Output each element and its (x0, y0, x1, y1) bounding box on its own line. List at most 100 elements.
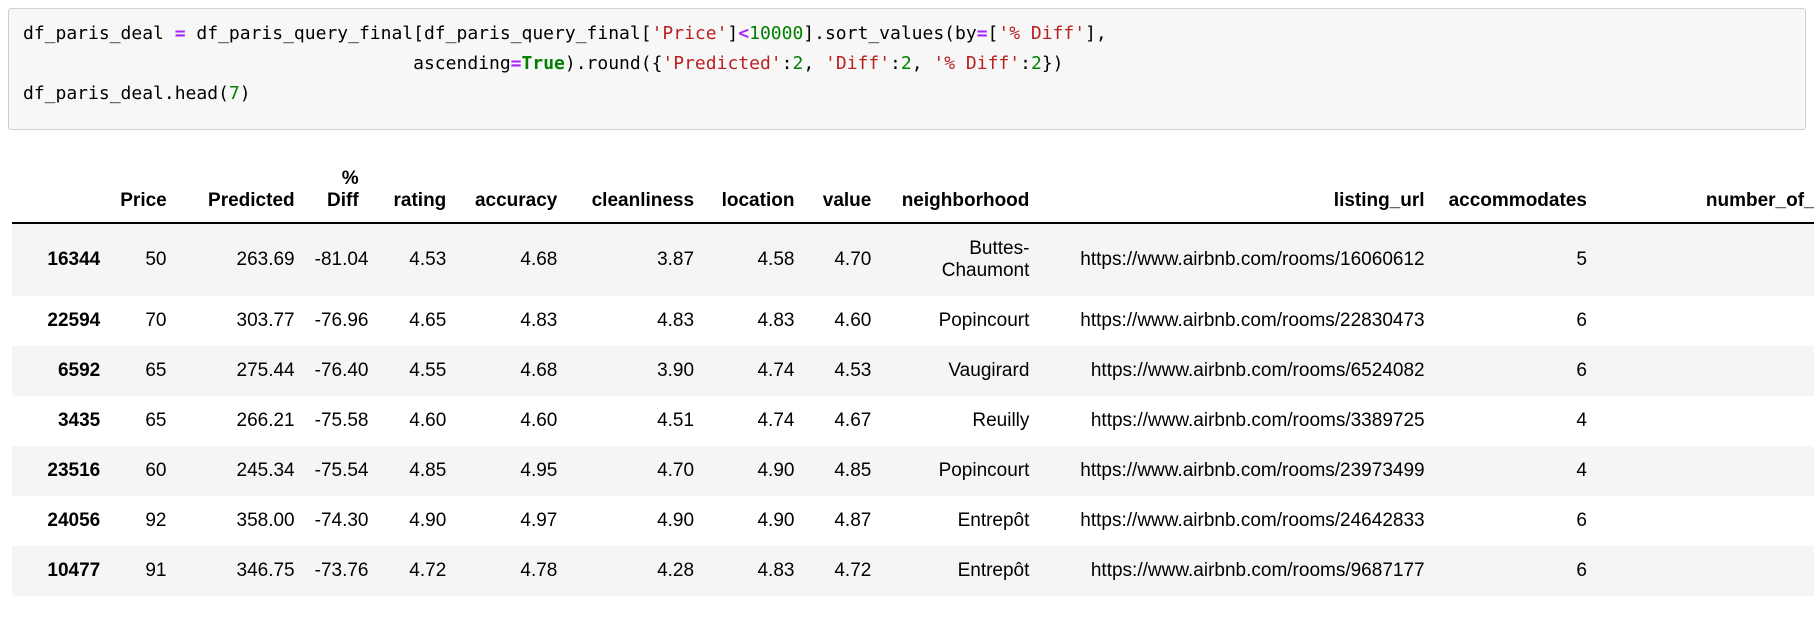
cell-pct-diff: -74.30 (314, 510, 369, 531)
cell-number-of-reviews (1597, 546, 1814, 596)
code-token: df_paris_deal.head( (23, 83, 229, 104)
column-header-listing-url[interactable]: listing_url (1039, 164, 1435, 224)
code-token: df_paris_query_final[df_paris_query_fina… (185, 23, 652, 44)
code-token: , (911, 53, 934, 74)
cell-accommodates: 6 (1576, 360, 1587, 381)
dataframe-header: Price Predicted % Diff rating accuracy c… (12, 164, 1814, 224)
cell-pct-diff: -76.40 (314, 360, 369, 381)
cell-rating: 4.60 (409, 410, 447, 431)
cell-accommodates: 6 (1576, 510, 1587, 531)
cell-accuracy: 4.83 (520, 310, 558, 331)
column-header-pct-diff[interactable]: % Diff (304, 164, 369, 224)
code-token: = (174, 23, 186, 44)
dataframe-table: Price Predicted % Diff rating accuracy c… (12, 164, 1814, 596)
code-token: True (521, 53, 565, 74)
row-index: 23516 (47, 460, 101, 481)
cell-predicted: 245.34 (236, 460, 295, 481)
cell-listing-url: https://www.airbnb.com/rooms/16060612 (1080, 249, 1425, 270)
cell-price: 65 (145, 360, 167, 381)
column-header-cleanliness[interactable]: cleanliness (567, 164, 705, 224)
cell-cleanliness: 4.51 (657, 410, 695, 431)
cell-price: 92 (145, 510, 167, 531)
column-header-accuracy[interactable]: accuracy (456, 164, 568, 224)
cell-price: 70 (145, 310, 167, 331)
cell-predicted: 263.69 (236, 249, 295, 270)
code-token: ) (239, 83, 251, 104)
cell-accommodates: 4 (1576, 460, 1587, 481)
cell-rating: 4.55 (409, 360, 447, 381)
column-header-predicted[interactable]: Predicted (176, 164, 305, 224)
cell-rating: 4.53 (409, 249, 447, 270)
cell-number-of-reviews (1597, 296, 1814, 346)
column-header-neighborhood[interactable]: neighborhood (881, 164, 1040, 224)
column-header-location[interactable]: location (704, 164, 805, 224)
cell-location: 4.58 (757, 249, 795, 270)
cell-rating: 4.72 (409, 560, 447, 581)
code-token: ].sort_values(by (803, 23, 977, 44)
cell-predicted: 303.77 (236, 310, 295, 331)
table-row: 6592 65 275.44 -76.40 4.55 4.68 3.90 4.74 4.53 Va… (12, 346, 1814, 396)
cell-pct-diff: -73.76 (314, 560, 369, 581)
code-token: : (1020, 53, 1031, 74)
code-token: 10000 (749, 23, 804, 44)
cell-listing-url: https://www.airbnb.com/rooms/3389725 (1090, 410, 1425, 431)
cell-accuracy: 4.78 (520, 560, 558, 581)
cell-neighborhood: Popincourt (938, 310, 1030, 331)
cell-number-of-reviews (1597, 346, 1814, 396)
code-token: < (738, 23, 750, 44)
cell-number-of-reviews (1597, 223, 1814, 296)
cell-neighborhood: Entrepôt (957, 510, 1030, 531)
column-header-rating[interactable]: rating (368, 164, 457, 224)
column-header-value[interactable]: value (804, 164, 882, 224)
code-token: : (781, 53, 793, 74)
code-token: 'Predicted' (662, 53, 782, 74)
cell-location: 4.90 (757, 460, 795, 481)
cell-number-of-reviews (1597, 446, 1814, 496)
row-index: 10477 (47, 560, 101, 581)
cell-neighborhood: Popincourt (938, 460, 1030, 481)
cell-value: 4.60 (834, 310, 872, 331)
cell-number-of-reviews (1597, 396, 1814, 446)
column-header-accommodates[interactable]: accommodates (1434, 164, 1597, 224)
cell-value: 4.85 (834, 460, 872, 481)
code-token: '% Diff' (998, 23, 1086, 44)
cell-rating: 4.90 (409, 510, 447, 531)
cell-value: 4.87 (834, 510, 872, 531)
cell-value: 4.53 (834, 360, 872, 381)
cell-predicted: 275.44 (236, 360, 295, 381)
code-token: ] (727, 23, 739, 44)
column-header-price[interactable]: Price (110, 164, 177, 224)
cell-value: 4.70 (834, 249, 872, 270)
cell-neighborhood: Reuilly (972, 410, 1030, 431)
column-header-index[interactable] (12, 164, 111, 224)
cell-pct-diff: -75.54 (314, 460, 369, 481)
row-index: 16344 (47, 249, 101, 270)
cell-pct-diff: -76.96 (314, 310, 369, 331)
cell-listing-url: https://www.airbnb.com/rooms/22830473 (1080, 310, 1425, 331)
cell-accuracy: 4.68 (520, 249, 558, 270)
cell-pct-diff: -75.58 (314, 410, 369, 431)
cell-predicted: 266.21 (236, 410, 295, 431)
cell-listing-url: https://www.airbnb.com/rooms/23973499 (1080, 460, 1425, 481)
cell-value: 4.67 (834, 410, 872, 431)
code-token: = (976, 23, 988, 44)
code-cell[interactable]: df_paris_deal = df_paris_query_final[df_… (8, 8, 1806, 130)
table-row: 23516 60 245.34 -75.54 4.85 4.95 4.70 4.90 4.85 P… (12, 446, 1814, 496)
cell-cleanliness: 3.87 (657, 249, 695, 270)
table-row: 3435 65 266.21 -75.58 4.60 4.60 4.51 4.74 4.67 Re… (12, 396, 1814, 446)
row-index: 3435 (57, 410, 101, 431)
cell-number-of-reviews (1597, 496, 1814, 546)
cell-accuracy: 4.60 (520, 410, 558, 431)
cell-cleanliness: 4.28 (657, 560, 695, 581)
column-header-number-of-reviews[interactable]: number_of_r (1596, 164, 1814, 224)
cell-cleanliness: 4.70 (657, 460, 695, 481)
cell-location: 4.83 (757, 560, 795, 581)
code-token: 2 (900, 53, 912, 74)
dataframe-output: Price Predicted % Diff rating accuracy c… (0, 164, 1814, 596)
code-token: 7 (228, 83, 240, 104)
cell-rating: 4.65 (409, 310, 447, 331)
cell-rating: 4.85 (409, 460, 447, 481)
code-token: 'Diff' (825, 53, 891, 74)
code-cell-source[interactable]: df_paris_deal = df_paris_query_final[df_… (23, 19, 1791, 109)
row-index: 24056 (47, 510, 101, 531)
